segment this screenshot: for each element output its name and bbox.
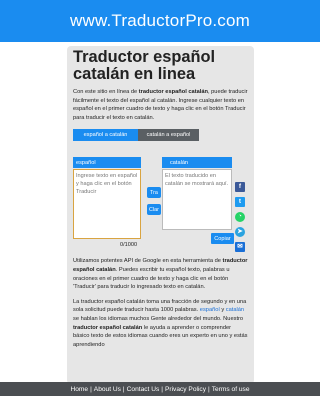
tab-ca-es[interactable]: catalán a español bbox=[138, 129, 199, 142]
facebook-icon[interactable]: f bbox=[235, 182, 245, 193]
body-paragraph-2: La traductor español catalán toma una fr… bbox=[73, 298, 249, 350]
footer-link-privacy[interactable]: Privacy Policy bbox=[165, 386, 206, 393]
footer-link-home[interactable]: Home bbox=[70, 386, 88, 393]
content-card: Traductor español catalán en linea Con e… bbox=[67, 46, 254, 384]
footer-bar: Home | About Us | Contact Us | Privacy P… bbox=[0, 382, 320, 396]
clear-button[interactable]: Clar bbox=[147, 204, 161, 216]
telegram-icon[interactable]: ➤ bbox=[235, 227, 245, 238]
target-language-header: catalán bbox=[162, 157, 232, 169]
intro-text-1: Con este sitio en línea de bbox=[73, 89, 139, 95]
page-title: Traductor español catalán en linea bbox=[73, 48, 216, 83]
footer-link-terms[interactable]: Terms of use bbox=[212, 386, 250, 393]
top-bar: www.TraductorPro.com bbox=[0, 0, 320, 42]
footer-link-about[interactable]: About Us bbox=[94, 386, 121, 393]
twitter-icon[interactable]: t bbox=[235, 197, 245, 208]
source-text-input[interactable]: Ingrese texto en español y haga clic en … bbox=[73, 169, 141, 240]
link-espanol[interactable]: español bbox=[200, 307, 220, 313]
link-catalan[interactable]: catalán bbox=[226, 307, 244, 313]
translator-panel: español Ingrese texto en español y haga … bbox=[67, 141, 249, 253]
site-name[interactable]: www.TraductorPro.com bbox=[70, 11, 250, 31]
email-icon[interactable]: ✉ bbox=[235, 242, 245, 253]
whatsapp-icon[interactable]: ◔ bbox=[235, 212, 245, 223]
body-p3-b: se hablan los idiomas muchos Gente alred… bbox=[73, 315, 244, 322]
body-paragraph-1: Utilizamos potentes API de Google en est… bbox=[73, 257, 249, 291]
intro-text-bold: traductor español catalán bbox=[138, 89, 208, 95]
body-p3-bold: traductor español catalán bbox=[73, 324, 143, 331]
source-language-header: español bbox=[73, 157, 141, 169]
intro-paragraph: Con este sitio en línea de traductor esp… bbox=[73, 88, 249, 122]
copy-button[interactable]: Copiar bbox=[211, 233, 234, 245]
target-text-output[interactable]: El texto traducido en catalán se mostrar… bbox=[162, 169, 232, 231]
body-p2-a: Utilizamos potentes API de Google en est… bbox=[73, 258, 223, 265]
footer-link-contact[interactable]: Contact Us bbox=[127, 386, 160, 393]
tab-es-ca[interactable]: español a catalán bbox=[73, 129, 138, 142]
character-counter: 0/1000 bbox=[120, 242, 138, 249]
social-share-bar: f t ◔ ➤ ✉ bbox=[235, 182, 245, 253]
translate-button[interactable]: Tra bbox=[147, 187, 161, 199]
direction-tabs: español a catalán catalán a español bbox=[73, 129, 249, 142]
